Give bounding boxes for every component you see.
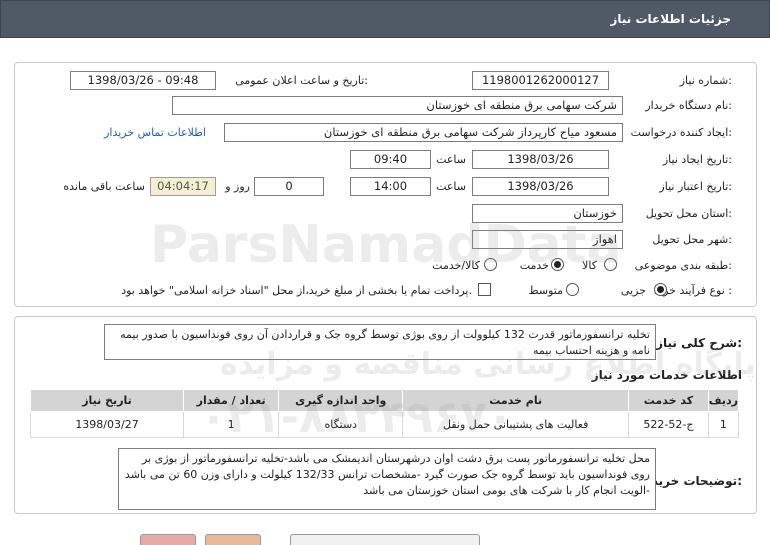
remaining-time-label: ساعت باقی مانده (63, 180, 145, 193)
requester-field[interactable]: مسعود میاح کارپرداز شرکت سهامی برق منطقه… (224, 123, 623, 142)
col-need-date: تاریخ نیاز (29, 389, 185, 412)
days-label: روز و (225, 180, 250, 193)
process-medium-radio[interactable] (566, 282, 584, 298)
services-header-row: ردیف کد خدمت نام خدمت واحد اندازه گیری ت… (29, 389, 740, 412)
bottom-button-1[interactable] (140, 534, 196, 545)
validity-date-label: تاریخ اعتبار نیاز: (659, 180, 732, 193)
process-medium-label: متوسط (528, 284, 563, 297)
treasury-payment-checkbox[interactable] (478, 282, 494, 298)
col-service-name: نام خدمت (402, 389, 630, 412)
need-number-label: شماره نیاز: (679, 74, 732, 87)
need-number-field[interactable]: 1198001262000127 (472, 71, 609, 90)
bottom-button-3[interactable] (290, 534, 480, 545)
announce-label: تاریخ و ساعت اعلان عمومی: (235, 74, 368, 87)
col-service-code: کد خدمت (628, 389, 709, 412)
category-goods-label: کالا (582, 259, 597, 272)
requester-label: ایجاد کننده درخواست: (630, 126, 732, 139)
buyer-org-field[interactable]: شرکت سهامی برق منطقه ای خوزستان (172, 96, 623, 115)
create-date-label: تاریخ ایجاد نیاز: (662, 153, 732, 166)
remaining-days-field[interactable]: 0 (254, 177, 324, 196)
remaining-time-field: 04:04:17 (150, 177, 216, 196)
buyer-org-label: نام دستگاه خریدار: (645, 99, 732, 112)
treasury-payment-label: پرداخت تمام یا بخشی از مبلغ خرید،از محل … (121, 284, 472, 297)
category-goods-radio[interactable] (604, 257, 622, 273)
cell-row: 1 (707, 411, 740, 438)
cell-unit: دستگاه (278, 411, 404, 438)
province-label: استان محل تحویل: (645, 207, 732, 220)
page-title: جزئیات اطلاعات نیاز (610, 12, 731, 26)
cell-need-date: 1398/03/27 (29, 411, 185, 438)
cell-service-name: فعالیت های پشتیبانی حمل ونقل (402, 411, 630, 438)
services-table: ردیف کد خدمت نام خدمت واحد اندازه گیری ت… (29, 389, 740, 438)
process-minor-label: جزیی (620, 284, 646, 297)
city-label: شهر محل تحویل: (652, 233, 732, 246)
category-service-radio[interactable] (551, 257, 569, 273)
summary-label: شرح کلی نیاز: (656, 336, 742, 350)
table-row[interactable]: 1 ج-52-522 فعالیت های پشتیبانی حمل ونقل … (29, 411, 740, 438)
province-field[interactable]: خوزستان (472, 204, 623, 223)
bottom-button-2[interactable] (205, 534, 261, 545)
announce-datetime-field[interactable]: 1398/03/26 - 09:48 (70, 71, 216, 90)
category-service-label: خدمت (519, 259, 549, 272)
category-goods-service-label: کالا/خدمت (432, 259, 480, 272)
create-time-field[interactable]: 09:40 (350, 150, 431, 169)
city-field[interactable]: اهواز (472, 230, 623, 249)
validity-time-label: ساعت (436, 180, 466, 193)
description-text: محل تخلیه ترانسفورماتور پست برق دشت اوان… (118, 448, 656, 510)
col-row: ردیف (707, 389, 740, 412)
category-label: طبقه بندی موضوعی: (634, 259, 732, 272)
services-title: اطلاعات خدمات مورد نیاز (591, 368, 742, 382)
validity-date-field[interactable]: 1398/03/26 (472, 177, 609, 196)
page-header: جزئیات اطلاعات نیاز (0, 0, 770, 38)
create-date-field[interactable]: 1398/03/26 (472, 150, 609, 169)
buyer-contact-link[interactable]: اطلاعات تماس خریدار (104, 126, 206, 139)
validity-time-field[interactable]: 14:00 (350, 177, 431, 196)
col-unit: واحد اندازه گیری (278, 389, 404, 412)
cell-service-code: ج-52-522 (628, 411, 709, 438)
process-minor-radio[interactable] (654, 282, 672, 298)
summary-text: تخلیه ترانسفورماتور قدرت 132 کیلوولت از … (104, 324, 656, 360)
col-quantity: تعداد / مقدار (183, 389, 280, 412)
cell-quantity: 1 (183, 411, 280, 438)
create-time-label: ساعت (436, 153, 466, 166)
category-goods-service-radio[interactable] (484, 257, 502, 273)
